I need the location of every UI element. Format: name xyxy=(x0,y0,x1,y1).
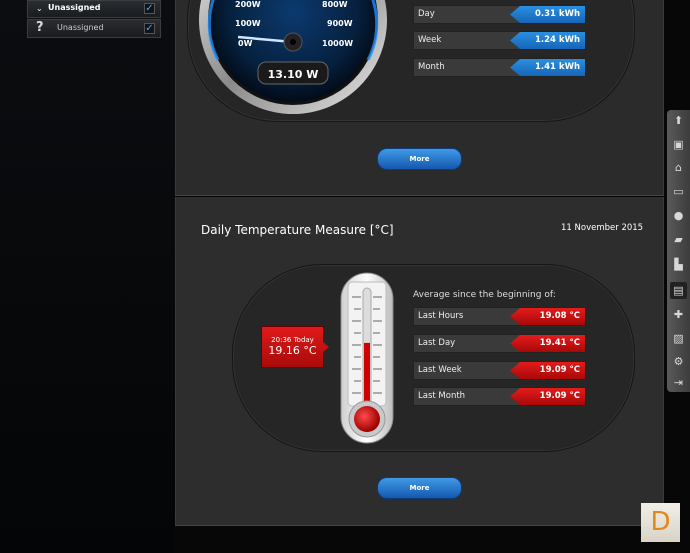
arrow-up-icon[interactable]: ⬆ xyxy=(670,112,687,129)
row-value: 19.08 °C xyxy=(510,308,585,325)
folder-icon[interactable]: ▰ xyxy=(670,231,687,248)
temp-row-last-day: Last Day 19.41 °C xyxy=(413,334,586,353)
current-temperature-callout: 20:36 Today 19.16 °C xyxy=(261,326,324,368)
power-row-week: Week 1.24 kWh xyxy=(413,31,586,50)
callout-arrow xyxy=(323,342,329,352)
gift-icon[interactable]: ▤ xyxy=(670,282,687,299)
row-label: Month xyxy=(418,62,445,72)
temperature-title: Daily Temperature Measure [°C] xyxy=(201,223,394,237)
average-label: Average since the beginning of: xyxy=(413,290,556,300)
gauge-tick: 200W xyxy=(235,0,261,9)
sidebar-item-unassigned-2[interactable]: ? Unassigned ✓ xyxy=(27,19,161,38)
row-value: 19.09 °C xyxy=(510,362,585,379)
row-value: 0.31 kWh xyxy=(510,6,585,23)
row-label: Day xyxy=(418,9,435,19)
current-power: 13.10 W xyxy=(268,68,319,81)
sidebar-item-label: Unassigned xyxy=(48,3,101,12)
home-icon[interactable]: ⌂ xyxy=(670,159,687,176)
monitor-icon[interactable]: ▭ xyxy=(670,183,687,200)
row-label: Last Month xyxy=(418,391,466,401)
pin-icon[interactable]: ● xyxy=(670,207,687,224)
gauge-tick: 1000W xyxy=(322,39,353,48)
thermometer xyxy=(340,272,394,444)
gauge-tick: 100W xyxy=(235,19,261,28)
row-label: Last Day xyxy=(418,338,456,348)
save-icon[interactable]: ▣ xyxy=(670,136,687,153)
sidebar-item-unassigned[interactable]: ⌄ Unassigned ✓ xyxy=(27,0,161,18)
gauge-tick: 0W xyxy=(238,39,253,48)
row-value: 19.41 °C xyxy=(510,335,585,352)
row-value: 1.41 kWh xyxy=(510,59,585,76)
power-row-day: Day 0.31 kWh xyxy=(413,5,586,24)
row-label: Week xyxy=(418,35,442,45)
puzzle-icon[interactable]: ✚ xyxy=(670,306,687,323)
row-value: 1.24 kWh xyxy=(510,32,585,49)
row-label: Last Hours xyxy=(418,311,464,321)
temp-row-last-week: Last Week 19.09 °C xyxy=(413,361,586,380)
sidebar-item-label: Unassigned xyxy=(57,23,104,32)
logo: D xyxy=(641,503,680,542)
question-icon: ? xyxy=(36,20,44,35)
power-more-button[interactable]: More xyxy=(377,148,462,170)
row-label: Last Week xyxy=(418,365,462,375)
power-row-month: Month 1.41 kWh xyxy=(413,58,586,77)
right-toolbar: ⬆ ▣ ⌂ ▭ ● ▰ ▙ ▤ ✚ ▨ ⚙ ⇥ xyxy=(667,110,690,392)
temperature-date: 11 November 2015 xyxy=(561,223,644,233)
current-temperature: 19.16 °C xyxy=(268,344,317,357)
row-value: 19.09 °C xyxy=(510,388,585,405)
sidebar: ⌄ Unassigned ✓ ? Unassigned ✓ xyxy=(0,0,175,553)
gauge-tick: 900W xyxy=(327,19,353,28)
current-time: 20:36 Today xyxy=(271,336,314,344)
clipboard-icon[interactable]: ▨ xyxy=(670,330,687,347)
temperature-more-button[interactable]: More xyxy=(377,477,462,499)
exit-icon[interactable]: ⇥ xyxy=(670,374,687,391)
chevron-down-icon[interactable]: ⌄ xyxy=(36,4,43,13)
settings-icon[interactable]: ⚙ xyxy=(670,353,687,370)
checkbox[interactable]: ✓ xyxy=(144,23,155,34)
gauge-tick: 800W xyxy=(322,0,348,9)
checkbox[interactable]: ✓ xyxy=(144,3,155,14)
temp-row-last-hours: Last Hours 19.08 °C xyxy=(413,307,586,326)
power-gauge: 200W 800W 100W 900W 0W 1000W 13.10 W xyxy=(199,0,387,114)
chart-icon[interactable]: ▙ xyxy=(670,256,687,273)
temp-row-last-month: Last Month 19.09 °C xyxy=(413,387,586,406)
